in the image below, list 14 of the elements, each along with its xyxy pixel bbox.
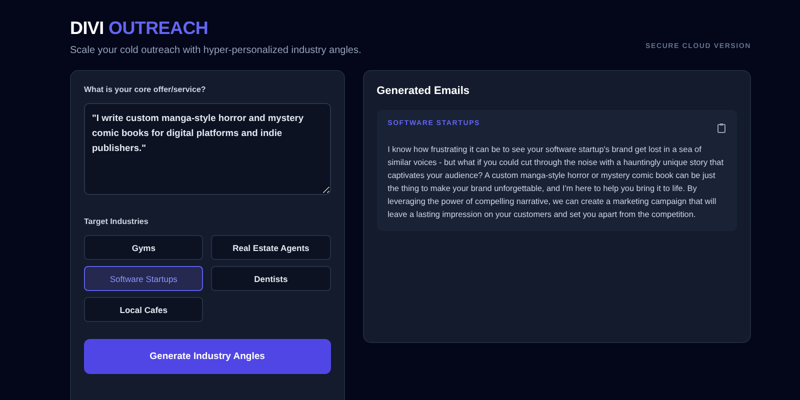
generate-button[interactable]: Generate Industry Angles xyxy=(84,339,331,374)
industry-option[interactable]: Local Cafes xyxy=(84,297,204,322)
results-title: Generated Emails xyxy=(376,85,471,97)
industry-option[interactable]: Real Estate Agents xyxy=(211,235,331,260)
industry-option[interactable]: Gyms xyxy=(84,235,204,260)
industry-option[interactable]: Software Startups xyxy=(84,266,204,291)
tagline: Scale your cold outreach with hyper-personalized industry angles. xyxy=(70,45,362,56)
offer-field[interactable]: "I write custom manga-style horror and mystery comic books for digital platforms and indie publishers." xyxy=(84,103,331,195)
offer-label: What is your core offer/service? xyxy=(84,85,207,94)
copy-icon[interactable] xyxy=(717,123,726,133)
app-title: DIVI OUTREACH xyxy=(70,18,210,39)
industry-option[interactable]: Dentists xyxy=(211,266,331,291)
email-body: I know how frustrating it can be to see your software startup's brand get lost in a sea of similar voices - but what if you could cut through the noise with a hauntingly unique story that captivates your audience? A custom manga-style horror or mystery comic book can be just the thing to make your brand unforgettable, and I'm here to help you bring it to life. By leveraging the power of compelling narrative, we can create a marketing campaign that will leave a lasting impression on your customers and set you apart from the competition. xyxy=(388,144,724,221)
industries-label: Target Industries xyxy=(84,217,150,226)
